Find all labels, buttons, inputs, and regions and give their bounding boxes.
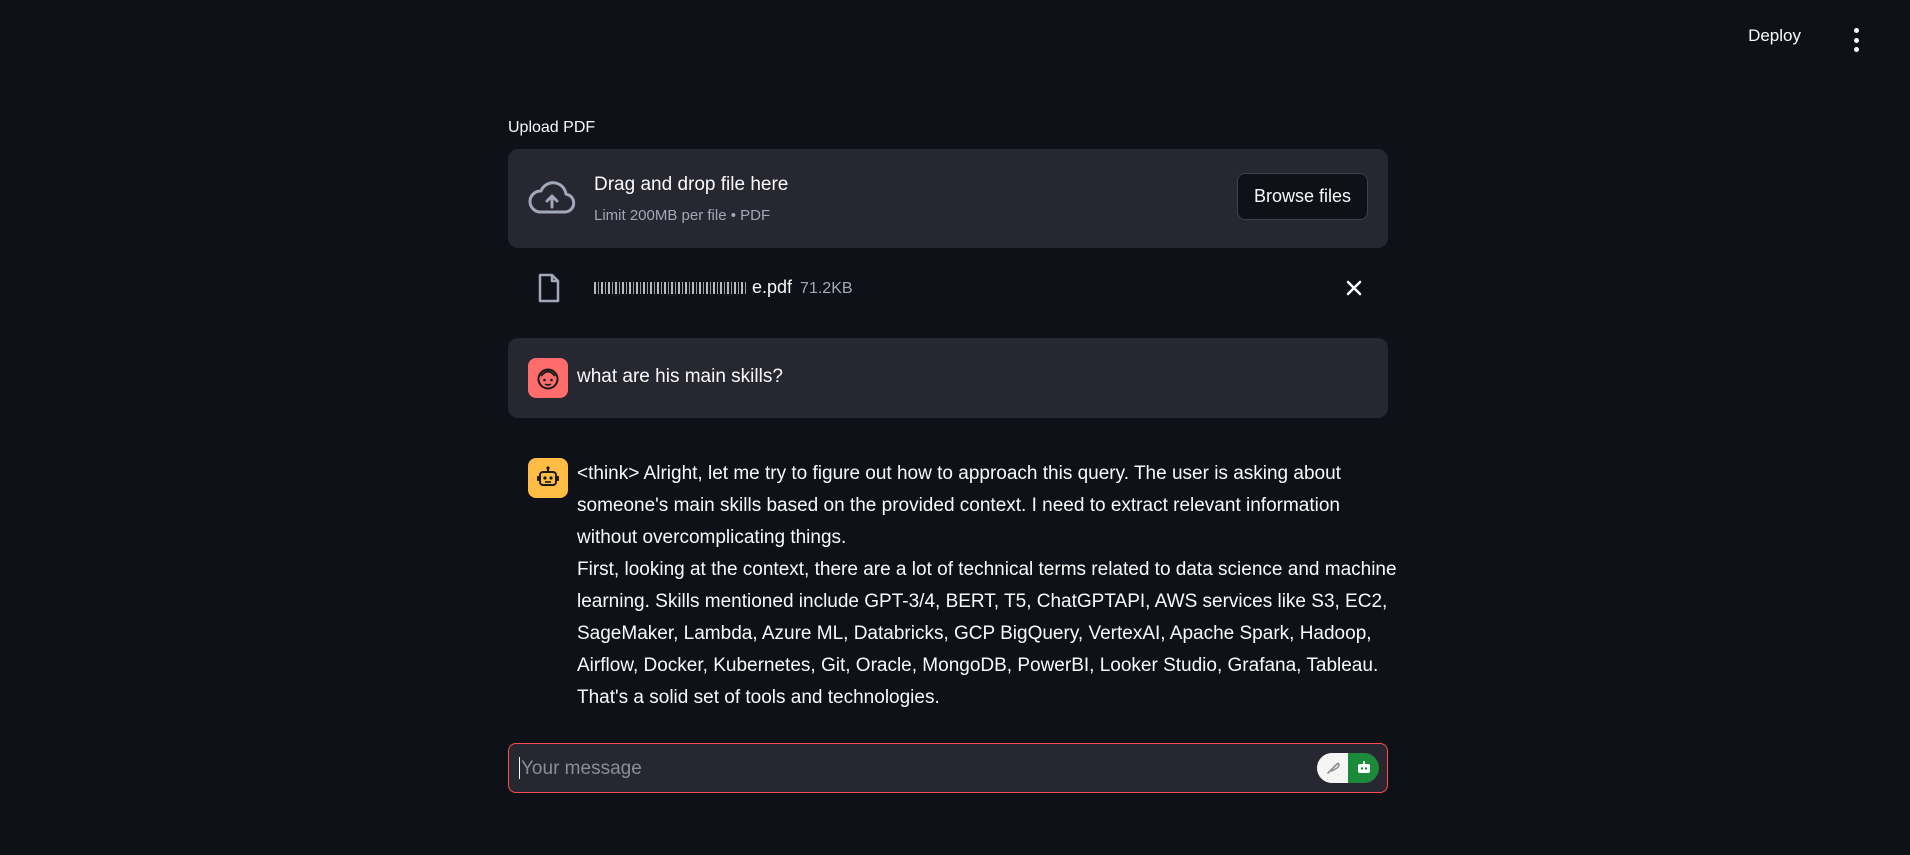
chat-input-box[interactable] — [508, 743, 1388, 794]
assistant-paragraph-2: First, looking at the context, there are… — [577, 559, 1397, 708]
cloud-upload-icon — [528, 181, 576, 214]
uploaded-file-row: e.pdf 71.2KB — [508, 262, 1388, 314]
file-icon — [538, 273, 560, 303]
browse-files-button[interactable]: Browse files — [1237, 173, 1368, 220]
chat-message-input[interactable] — [519, 744, 1303, 794]
robot-icon — [537, 466, 559, 486]
redacted-filename — [594, 282, 748, 295]
mode-toggle[interactable] — [1317, 753, 1379, 783]
file-size: 71.2KB — [800, 280, 853, 297]
upload-label: Upload PDF — [508, 119, 596, 136]
deploy-button[interactable]: Deploy — [1748, 26, 1801, 46]
uploaded-file-name: e.pdf 71.2KB — [594, 277, 853, 298]
file-dropzone[interactable]: Drag and drop file here Limit 200MB per … — [508, 149, 1388, 248]
assistant-message-text: <think> Alright, let me try to figure ou… — [577, 458, 1397, 714]
file-name-suffix: e.pdf — [752, 277, 793, 297]
user-message-text: what are his main skills? — [577, 366, 783, 387]
user-message: what are his main skills? — [508, 338, 1388, 418]
user-avatar — [528, 358, 568, 398]
vertical-ellipsis-icon[interactable] — [1846, 28, 1866, 52]
dropzone-title: Drag and drop file here — [594, 174, 789, 195]
user-face-icon — [537, 368, 559, 390]
robot-toggle-icon[interactable] — [1348, 753, 1379, 783]
assistant-avatar — [528, 458, 568, 498]
feather-icon[interactable] — [1317, 753, 1348, 783]
close-icon[interactable] — [1344, 278, 1364, 298]
dropzone-limit-text: Limit 200MB per file • PDF — [594, 207, 771, 224]
assistant-paragraph-1: <think> Alright, let me try to figure ou… — [577, 463, 1341, 548]
